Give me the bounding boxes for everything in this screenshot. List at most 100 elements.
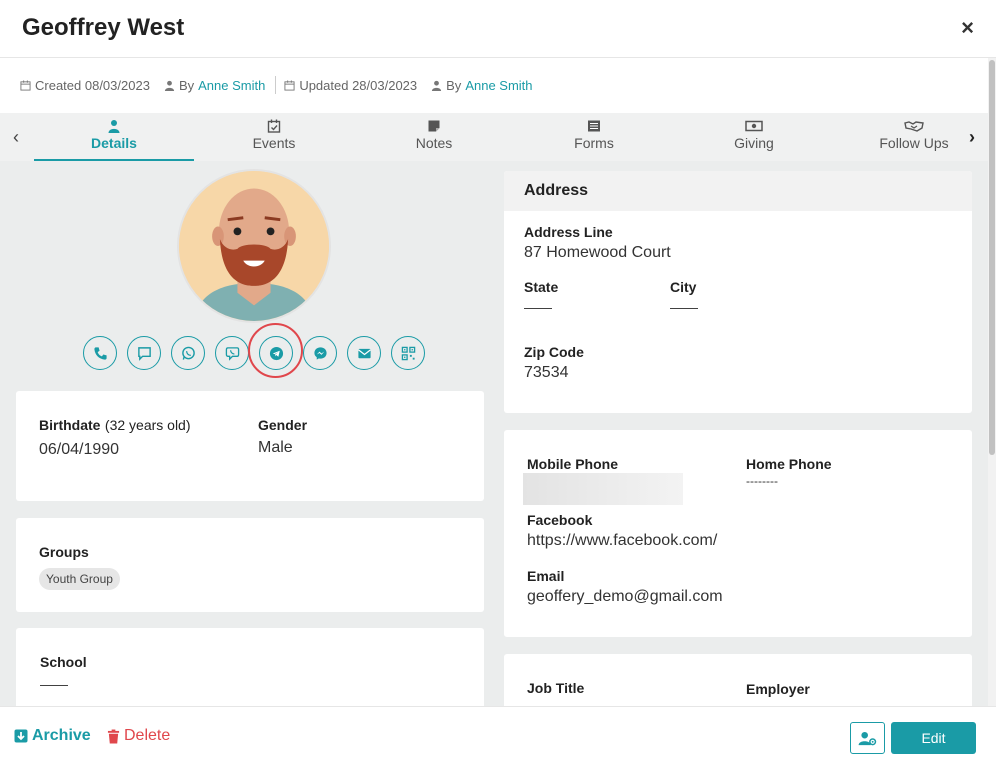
created-date: Created 08/03/2023: [35, 77, 150, 93]
user-icon: [164, 80, 175, 91]
tab-bar: ‹ Details Events Notes Forms Giving Foll…: [0, 113, 988, 161]
avatar: [177, 169, 331, 323]
by-label: By: [446, 77, 462, 93]
qr-code-button[interactable]: [391, 336, 425, 370]
qr-code-icon: [401, 346, 415, 360]
details-panel: Birthdate (32 years old) 06/04/1990 Gend…: [0, 161, 988, 706]
email-icon: [357, 348, 371, 358]
record-meta: Created 08/03/2023 By Anne Smith Updated…: [20, 76, 547, 94]
modal-footer: Archive Delete Edit: [0, 706, 996, 765]
contact-card: Mobile Phone Home Phone -------- Faceboo…: [504, 430, 972, 637]
viber-button[interactable]: [215, 336, 249, 370]
whatsapp-icon: [181, 346, 195, 360]
list-icon: [588, 120, 600, 132]
age-text: (32 years old): [104, 417, 191, 433]
tab-forms[interactable]: Forms: [514, 113, 674, 161]
tab-label: Notes: [415, 135, 453, 151]
mobile-phone-label: Mobile Phone: [527, 456, 618, 472]
facebook-label: Facebook: [527, 512, 593, 528]
created-by: By Anne Smith: [164, 78, 265, 93]
address-line-value: 87 Homewood Court: [524, 244, 671, 261]
email-button[interactable]: [347, 336, 381, 370]
close-icon[interactable]: ×: [961, 16, 974, 40]
calendar-icon: [20, 79, 31, 91]
tab-details[interactable]: Details: [34, 113, 194, 161]
personal-info-card: Birthdate (32 years old) 06/04/1990 Gend…: [16, 391, 484, 501]
gender-label: Gender: [258, 417, 308, 433]
avatar-illustration: [179, 171, 329, 321]
tabs-next-icon[interactable]: ›: [964, 127, 980, 148]
school-value: ——: [40, 676, 68, 692]
tabs-prev-icon[interactable]: ‹: [8, 127, 24, 148]
mobile-phone-redacted: [523, 473, 683, 505]
updated-info: Updated 28/03/2023: [284, 78, 417, 93]
state-value: ——: [524, 299, 552, 315]
updated-date: Updated 28/03/2023: [299, 77, 418, 93]
gender-value: Male: [258, 439, 293, 456]
phone-button[interactable]: [83, 336, 117, 370]
zip-value: 73534: [524, 364, 569, 381]
zip-label: Zip Code: [524, 344, 584, 360]
messenger-button[interactable]: [303, 336, 337, 370]
birthdate-label: Birthdate: [39, 417, 101, 433]
user-gear-icon: [858, 731, 877, 745]
tab-label: Events: [252, 135, 296, 151]
city-label: City: [670, 279, 697, 295]
user-icon: [432, 80, 442, 91]
created-by-link[interactable]: Anne Smith: [198, 78, 265, 93]
created-info: Created 08/03/2023: [20, 78, 150, 93]
calendar-icon: [284, 79, 295, 91]
address-heading: Address: [504, 171, 972, 211]
messenger-icon: [313, 346, 327, 360]
updated-by-link[interactable]: Anne Smith: [465, 78, 532, 93]
email-label: Email: [527, 568, 565, 584]
groups-label: Groups: [39, 544, 89, 560]
job-title-label: Job Title: [527, 680, 585, 696]
address-card: Address Address Line 87 Homewood Court S…: [504, 171, 972, 413]
by-label: By: [178, 77, 195, 93]
sms-button[interactable]: [127, 336, 161, 370]
note-icon: [428, 120, 440, 132]
trash-icon: [107, 729, 120, 743]
viber-icon: [225, 346, 239, 361]
email-value[interactable]: geoffery_demo@gmail.com: [527, 588, 723, 606]
calendar-check-icon: [267, 119, 281, 133]
highlight-ring: [248, 323, 303, 378]
tab-giving[interactable]: Giving: [674, 113, 834, 161]
archive-label: Archive: [32, 727, 91, 744]
address-line-label: Address Line: [524, 224, 613, 240]
tab-events[interactable]: Events: [194, 113, 354, 161]
school-card: School ——: [16, 628, 484, 706]
archive-icon: [14, 729, 28, 743]
delete-label: Delete: [124, 727, 171, 744]
school-label: School: [40, 654, 87, 670]
group-chip[interactable]: Youth Group: [39, 568, 120, 590]
archive-button[interactable]: Archive: [14, 727, 91, 745]
scrollbar-thumb[interactable]: [989, 60, 995, 455]
modal-header: Geoffrey West ×: [0, 0, 996, 58]
whatsapp-button[interactable]: [171, 336, 205, 370]
tab-label: Giving: [734, 135, 774, 151]
chat-icon: [137, 346, 151, 361]
facebook-value[interactable]: https://www.facebook.com/: [527, 532, 717, 550]
delete-button[interactable]: Delete: [107, 727, 170, 745]
phone-icon: [93, 346, 107, 360]
user-icon: [108, 120, 120, 133]
groups-card: Groups Youth Group: [16, 518, 484, 612]
edit-button[interactable]: Edit: [891, 722, 976, 754]
page-title: Geoffrey West: [22, 14, 185, 41]
scrollbar[interactable]: [988, 58, 996, 706]
work-card: Job Title Employer: [504, 654, 972, 706]
home-phone-value: --------: [746, 474, 778, 488]
home-phone-label: Home Phone: [746, 456, 832, 472]
handshake-icon: [904, 121, 924, 132]
employer-label: Employer: [746, 681, 810, 697]
tab-label: Details: [91, 135, 137, 151]
birthdate-value: 06/04/1990: [39, 441, 120, 458]
divider: [275, 76, 277, 94]
tab-label: Forms: [574, 135, 614, 151]
user-settings-button[interactable]: [850, 722, 885, 754]
tab-notes[interactable]: Notes: [354, 113, 514, 161]
money-icon: [745, 120, 763, 132]
updated-by: By Anne Smith: [431, 77, 533, 93]
